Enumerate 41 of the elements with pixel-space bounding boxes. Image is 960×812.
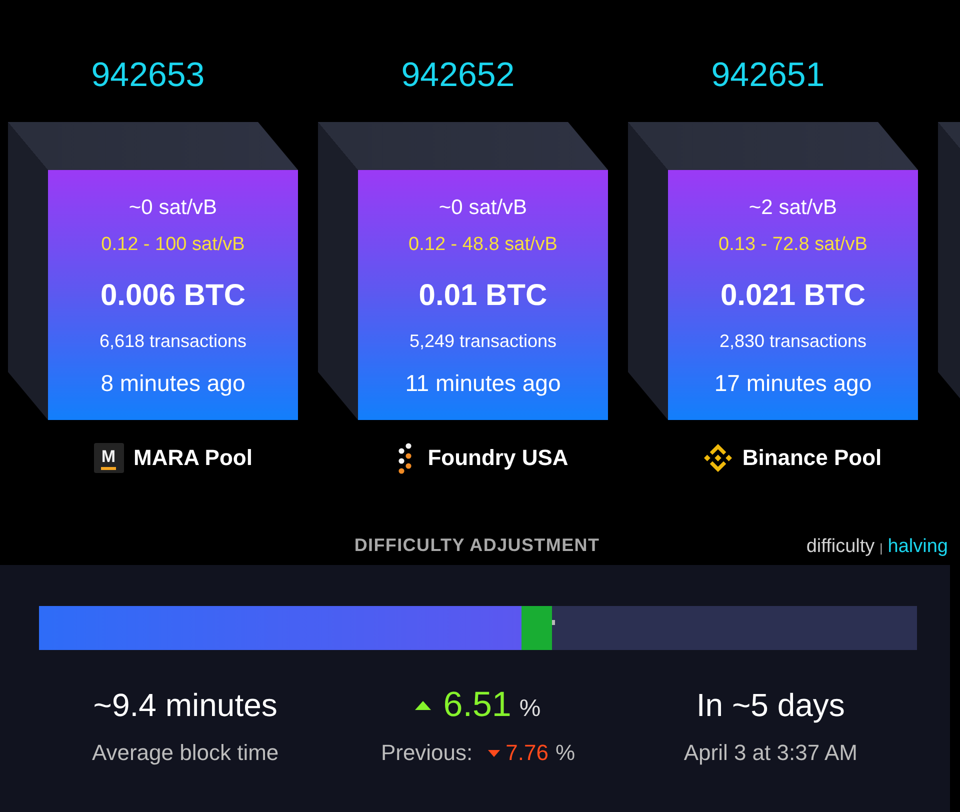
change-value: 6.51 <box>443 684 512 726</box>
block-cube[interactable]: ~0 sat/vB 0.12 - 48.8 sat/vB 0.01 BTC 5,249 transactions 11 minutes ago <box>318 122 608 420</box>
transaction-count: 2,830 transactions <box>719 330 867 353</box>
pool-name-link[interactable]: Foundry USA <box>428 445 568 471</box>
block-height-link[interactable]: 942652 <box>401 55 515 95</box>
stat-label: April 3 at 3:37 AM <box>684 739 858 767</box>
block-cube[interactable]: ~2 sat/vB 0.13 - 72.8 sat/vB 0.021 BTC 2,830 transactions 17 minutes ago <box>628 122 918 420</box>
block-height-link[interactable]: 942653 <box>91 55 205 95</box>
block-age: 11 minutes ago <box>405 369 561 398</box>
stat-label: Average block time <box>92 739 279 767</box>
block-reward: 0.01 BTC <box>418 278 548 314</box>
marker-icon <box>552 620 555 625</box>
transaction-count: 6,618 transactions <box>99 330 247 353</box>
stat-value: ~9.4 minutes <box>93 686 278 725</box>
median-fee: ~0 sat/vB <box>438 195 528 221</box>
tab-separator: | <box>880 541 883 555</box>
pool-name-link[interactable]: Binance Pool <box>742 445 882 471</box>
block-height-link[interactable]: 942651 <box>711 55 825 95</box>
median-fee: ~0 sat/vB <box>128 195 218 221</box>
block-reward: 0.021 BTC <box>720 278 866 314</box>
fee-range: 0.12 - 48.8 sat/vB <box>408 233 558 257</box>
dots-logo-icon <box>398 442 412 474</box>
stat-value: In ~5 days <box>696 686 845 725</box>
block-age: 17 minutes ago <box>714 369 872 398</box>
percent-unit: % <box>555 739 576 767</box>
view-tab[interactable]: difficulty <box>806 536 875 558</box>
diamond-logo-icon <box>704 444 732 472</box>
block-age: 8 minutes ago <box>100 369 246 398</box>
pool-name-link[interactable]: MARA Pool <box>134 445 252 471</box>
view-tab[interactable]: halving <box>888 536 948 558</box>
percent-unit: % <box>519 695 541 723</box>
previous-value: 7.76 <box>506 739 548 767</box>
transaction-count: 5,249 transactions <box>409 330 557 353</box>
section-title: DIFFICULTY ADJUSTMENT <box>354 534 600 556</box>
block-reward: 0.006 BTC <box>100 278 246 314</box>
median-fee: ~2 sat/vB <box>748 195 838 221</box>
fee-range: 0.12 - 100 sat/vB <box>101 233 245 257</box>
previous-label: Previous: <box>380 739 473 767</box>
fee-range: 0.13 - 72.8 sat/vB <box>718 233 868 257</box>
letter-logo: M <box>94 443 124 473</box>
block-cube[interactable]: ~0 sat/vB 0.12 - 100 sat/vB 0.006 BTC 6,618 transactions 8 minutes ago <box>8 122 298 420</box>
